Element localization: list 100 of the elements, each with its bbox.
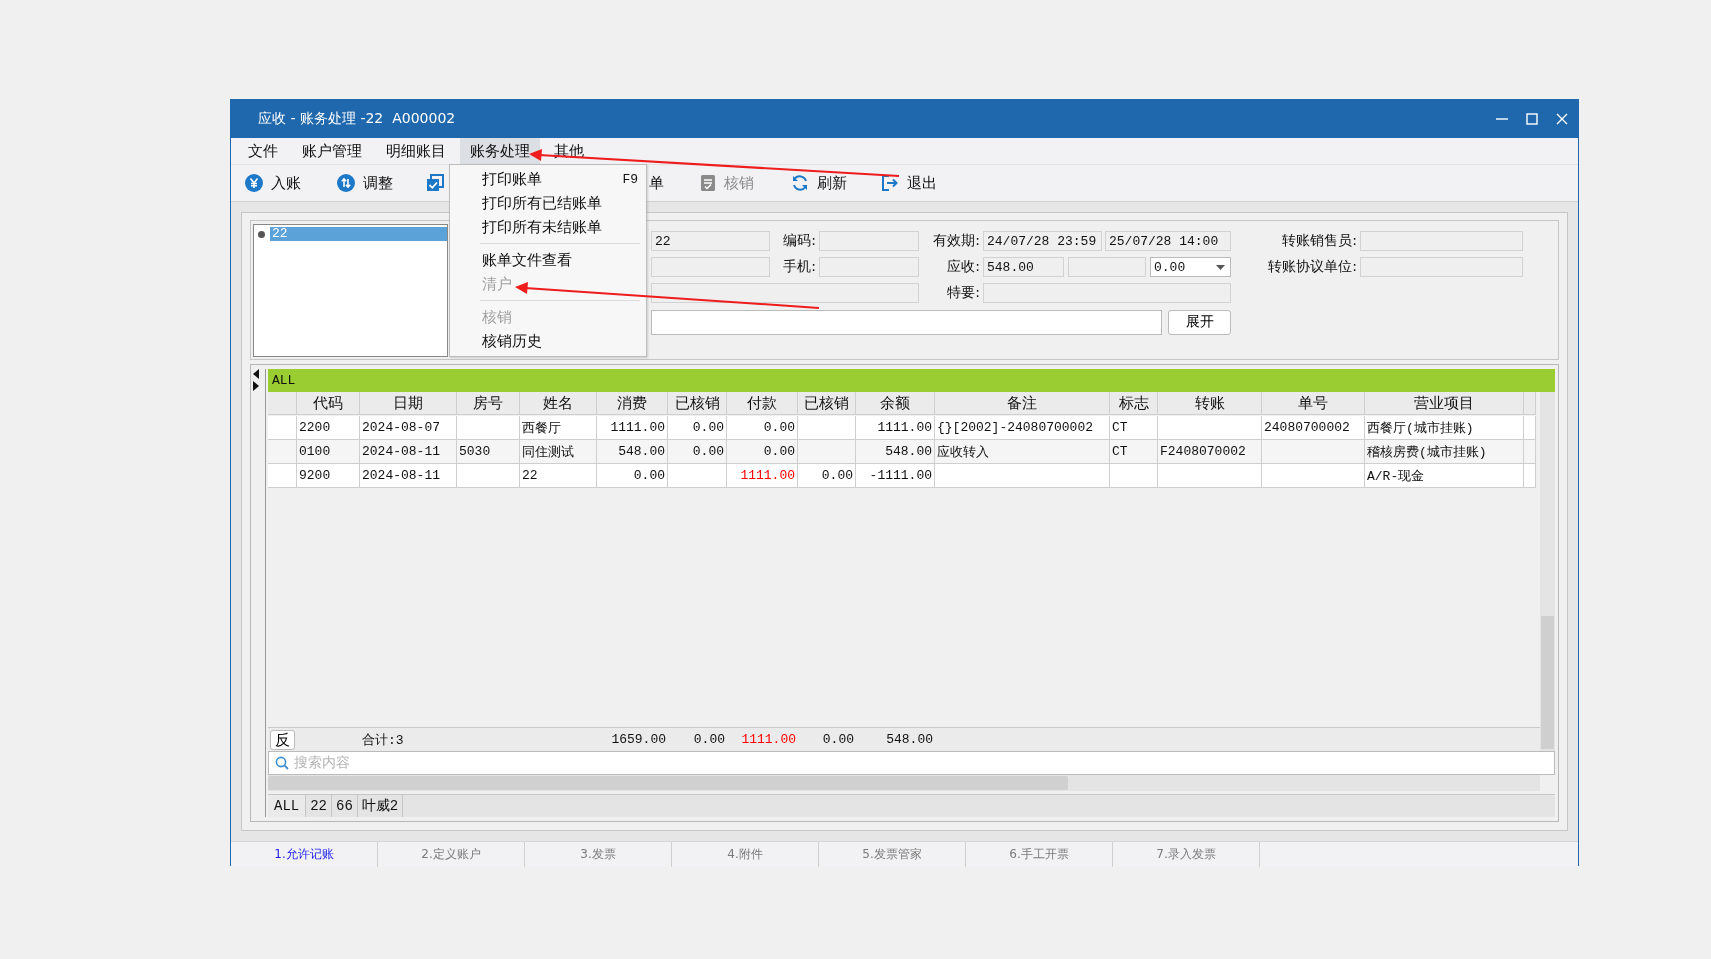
bottom-tab[interactable]: 4.附件 bbox=[672, 842, 819, 867]
field-label: 编码: bbox=[782, 232, 817, 250]
bottom-tab[interactable]: 2.定义账户 bbox=[378, 842, 525, 867]
table-cell: {}[2002]-24080700002 bbox=[935, 416, 1110, 440]
text-field[interactable] bbox=[1360, 231, 1523, 251]
toolbar-button[interactable]: 入账 bbox=[245, 168, 301, 198]
field-label: 转账销售员: bbox=[1281, 232, 1358, 250]
menu-item[interactable]: 打印所有未结账单 bbox=[450, 215, 646, 239]
field-label: 有效期: bbox=[932, 232, 981, 250]
table-cell bbox=[1524, 464, 1536, 488]
field-label: 应收: bbox=[946, 258, 981, 276]
menu-item[interactable]: 明细账目 bbox=[376, 138, 456, 164]
table-cell: 西餐厅(城市挂账) bbox=[1365, 416, 1524, 440]
field-label: 转账协议单位: bbox=[1267, 258, 1358, 276]
menu-item[interactable]: 账务处理 bbox=[460, 138, 540, 164]
column-header[interactable]: 已核销 bbox=[798, 392, 856, 415]
column-header[interactable]: 单号 bbox=[1262, 392, 1365, 415]
table-cell: 应收转入 bbox=[935, 440, 1110, 464]
field-label: 特要: bbox=[946, 284, 981, 302]
checked-copy-icon[interactable] bbox=[426, 174, 444, 192]
total-value: 548.00 bbox=[885, 732, 934, 747]
table-cell: -1111.00 bbox=[856, 464, 935, 488]
column-header[interactable]: 姓名 bbox=[520, 392, 597, 415]
expand-button[interactable]: 展开 bbox=[1168, 309, 1231, 335]
toolbar-button[interactable]: 调整 bbox=[337, 168, 393, 198]
total-value: 0.00 bbox=[692, 732, 726, 747]
column-header[interactable]: 转账 bbox=[1158, 392, 1262, 415]
menu-item[interactable]: 核销历史 bbox=[450, 329, 646, 353]
field-label: 手机: bbox=[782, 258, 817, 276]
table-cell: 同住测试 bbox=[520, 440, 597, 464]
table-cell: 1111.00 bbox=[597, 416, 668, 440]
table-cell: A/R-现金 bbox=[1365, 464, 1524, 488]
table-cell: 2200 bbox=[297, 416, 360, 440]
column-header[interactable]: 日期 bbox=[360, 392, 457, 415]
table-cell: 24080700002 bbox=[1262, 416, 1365, 440]
horizontal-scrollbar[interactable] bbox=[268, 775, 1540, 791]
toolbar-button[interactable]: 退出 bbox=[881, 168, 937, 198]
row-header-cell bbox=[268, 440, 297, 464]
table-cell: 1111.00 bbox=[856, 416, 935, 440]
table-cell: 2024-08-11 bbox=[360, 440, 457, 464]
text-field[interactable]: 25/07/28 14:00 bbox=[1105, 231, 1231, 251]
column-header[interactable]: 房号 bbox=[457, 392, 520, 415]
table-cell bbox=[1110, 464, 1158, 488]
menu-item[interactable]: 账户管理 bbox=[292, 138, 372, 164]
table-cell: 1111.00 bbox=[727, 464, 798, 488]
table-cell bbox=[798, 416, 856, 440]
table-cell: 0.00 bbox=[798, 464, 856, 488]
menu-item[interactable]: 账单文件查看 bbox=[450, 248, 646, 272]
group-tab[interactable]: ALL bbox=[268, 795, 307, 817]
text-field[interactable] bbox=[1360, 257, 1523, 277]
refresh-icon bbox=[791, 174, 809, 192]
text-field[interactable] bbox=[1068, 257, 1146, 277]
dropdown-field[interactable]: 0.00 bbox=[1150, 257, 1231, 277]
table-cell: 0.00 bbox=[727, 440, 798, 464]
expand-arrow-icon[interactable] bbox=[253, 381, 259, 391]
table-cell: 2024-08-11 bbox=[360, 464, 457, 488]
column-header[interactable]: 已核销 bbox=[668, 392, 727, 415]
column-header[interactable]: 备注 bbox=[935, 392, 1110, 415]
window-title: 应收 - 账务处理 -22 A000002 bbox=[258, 110, 457, 128]
bottom-tab[interactable]: 3.发票 bbox=[525, 842, 672, 867]
menu-item[interactable]: 打印所有已结账单 bbox=[450, 191, 646, 215]
table-cell: CT bbox=[1110, 440, 1158, 464]
total-label: 合计:3 bbox=[361, 731, 405, 749]
bottom-tab[interactable]: 1.允许记账 bbox=[231, 842, 378, 867]
menu-item[interactable]: 打印账单 F9 bbox=[450, 167, 646, 191]
table-cell: 西餐厅 bbox=[520, 416, 597, 440]
text-field[interactable]: 24/07/28 23:59 bbox=[983, 231, 1102, 251]
shortcut-label: F9 bbox=[622, 171, 638, 187]
collapse-arrow-icon[interactable] bbox=[253, 369, 259, 379]
bottom-tab[interactable]: 6.手工开票 bbox=[966, 842, 1113, 867]
column-header[interactable]: 付款 bbox=[727, 392, 798, 415]
maximize-icon[interactable] bbox=[1524, 111, 1540, 127]
column-header[interactable]: 代码 bbox=[297, 392, 360, 415]
menu-item[interactable]: 文件 bbox=[238, 138, 288, 164]
column-header[interactable]: 标志 bbox=[1110, 392, 1158, 415]
up-down-arrows-icon bbox=[337, 174, 355, 192]
vertical-scrollbar[interactable] bbox=[1540, 392, 1555, 751]
column-header[interactable]: 消费 bbox=[597, 392, 668, 415]
text-field[interactable] bbox=[819, 231, 919, 251]
close-icon[interactable] bbox=[1554, 111, 1570, 127]
reverse-button[interactable]: 反 bbox=[270, 729, 295, 750]
text-field[interactable] bbox=[651, 283, 919, 303]
text-field[interactable]: 548.00 bbox=[983, 257, 1064, 277]
column-header[interactable]: 余额 bbox=[856, 392, 935, 415]
table-cell: 0.00 bbox=[597, 464, 668, 488]
table-cell: 5030 bbox=[457, 440, 520, 464]
table-cell: 2024-08-07 bbox=[360, 416, 457, 440]
text-field[interactable] bbox=[983, 283, 1231, 303]
bottom-tab[interactable]: 7.录入发票 bbox=[1113, 842, 1260, 867]
table-cell bbox=[457, 416, 520, 440]
column-header[interactable]: 营业项目 bbox=[1365, 392, 1524, 415]
search-placeholder: 搜索内容 bbox=[294, 754, 350, 772]
total-value: 1111.00 bbox=[740, 732, 797, 747]
text-field[interactable]: 22 bbox=[651, 231, 770, 251]
text-field[interactable] bbox=[819, 257, 919, 277]
text-field[interactable] bbox=[651, 257, 770, 277]
bottom-tab[interactable]: 5.发票管家 bbox=[819, 842, 966, 867]
toolbar-button[interactable]: 单 bbox=[649, 168, 664, 198]
input-field[interactable] bbox=[651, 309, 1162, 335]
toolbar-button[interactable]: 刷新 bbox=[791, 168, 847, 198]
